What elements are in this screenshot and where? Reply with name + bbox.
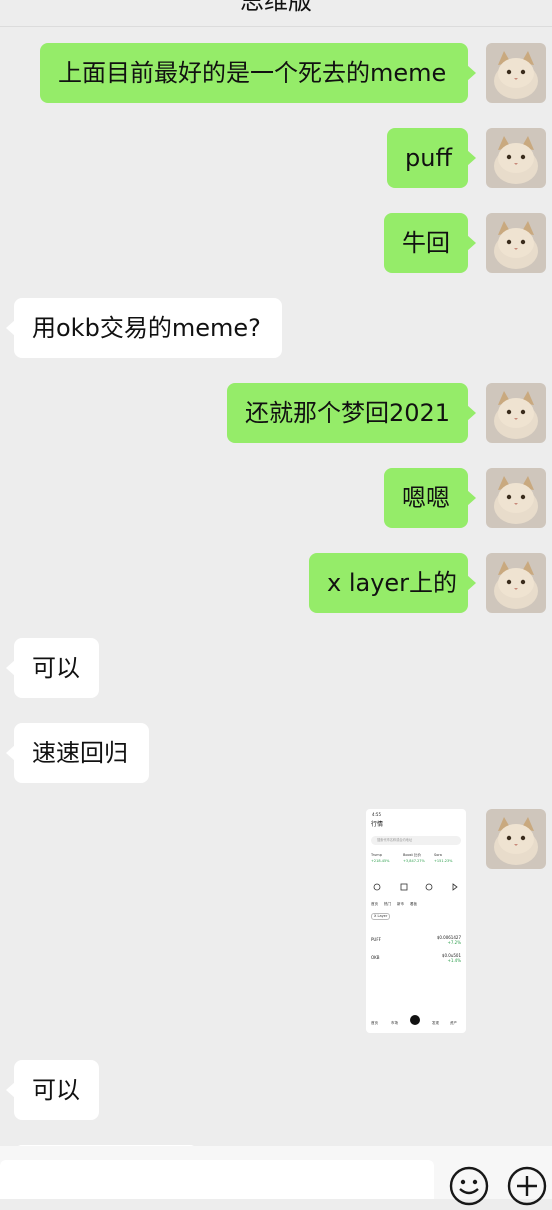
- quick-actions-icon: [373, 883, 458, 891]
- cat-avatar-icon: [486, 809, 546, 869]
- message-text: 牛回: [402, 229, 450, 257]
- column-value: +151.23%: [434, 859, 453, 863]
- user-avatar[interactable]: [486, 383, 546, 443]
- column-label: Boost 比价: [403, 853, 421, 857]
- cat-avatar-icon: [486, 43, 546, 103]
- tab-label: 看板: [410, 902, 417, 906]
- cat-avatar-icon: [486, 468, 546, 528]
- token-change: +1.4%: [447, 958, 461, 963]
- nav-label: 首页: [371, 1021, 378, 1025]
- message-text: 上面目前最好的是一个死去的meme: [58, 59, 447, 87]
- message-text: 可以: [32, 1076, 80, 1104]
- market-title: 行情: [371, 821, 384, 828]
- user-avatar[interactable]: [486, 809, 546, 869]
- message-text: 速速回归: [32, 739, 128, 767]
- status-time: 4:55: [372, 812, 381, 817]
- chat-title: 思维版: [240, 0, 312, 15]
- trade-center-icon: [410, 1015, 420, 1025]
- message-bubble-outgoing[interactable]: 牛回: [384, 213, 476, 273]
- column-value: +218.45%: [371, 859, 390, 863]
- search-bar: 搜索代币名称或合约地址: [371, 836, 461, 845]
- message-bubble-outgoing[interactable]: 还就那个梦回2021: [227, 383, 476, 443]
- cat-avatar-icon: [486, 383, 546, 443]
- user-avatar[interactable]: [486, 468, 546, 528]
- column-label: Sora: [434, 853, 442, 857]
- message-input[interactable]: [0, 1160, 434, 1199]
- chat-title-bar: 思维版: [0, 0, 552, 27]
- user-avatar[interactable]: [486, 553, 546, 613]
- nav-label: 市场: [391, 1021, 398, 1025]
- column-label: Trump: [371, 853, 382, 857]
- message-bubble-incoming[interactable]: 速速回归: [6, 723, 149, 783]
- user-avatar[interactable]: [486, 213, 546, 273]
- nav-label: 发现: [432, 1021, 439, 1025]
- message-bubble-incoming[interactable]: 可以: [6, 1060, 99, 1120]
- cat-avatar-icon: [486, 213, 546, 273]
- message-bubble-outgoing[interactable]: 嗯嗯: [384, 468, 476, 528]
- message-text: 可以: [32, 654, 80, 682]
- smile-icon: [449, 1166, 489, 1206]
- emoji-button[interactable]: [449, 1166, 489, 1206]
- tab-label: 首页: [371, 902, 378, 906]
- plus-icon: [507, 1166, 547, 1206]
- token-name: PUFF: [371, 937, 381, 942]
- tab-label: 新币: [397, 902, 404, 906]
- search-placeholder: 搜索代币名称或合约地址: [377, 838, 413, 842]
- message-text: x layer上的: [327, 569, 458, 597]
- image-message-screenshot[interactable]: 4:55 行情 搜索代币名称或合约地址 Trump Boost 比价 Sora …: [366, 809, 466, 1033]
- message-text: 还就那个梦回2021: [245, 399, 451, 427]
- more-button[interactable]: [507, 1166, 547, 1206]
- chain-filter: X Layer: [371, 913, 391, 920]
- cat-avatar-icon: [486, 553, 546, 613]
- bottom-nav: 首页 市场 发现 资产: [366, 1015, 466, 1029]
- message-bubble-outgoing[interactable]: x layer上的: [309, 553, 476, 613]
- message-text: 嗯嗯: [402, 484, 450, 512]
- message-bubble-incoming[interactable]: 可以: [6, 638, 99, 698]
- message-bubble-incoming[interactable]: 用okb交易的meme?: [6, 298, 282, 358]
- cat-avatar-icon: [486, 128, 546, 188]
- message-text: puff: [405, 144, 452, 172]
- token-change: +7.2%: [447, 940, 461, 945]
- nav-label: 资产: [450, 1021, 457, 1025]
- message-bubble-outgoing[interactable]: 上面目前最好的是一个死去的meme: [40, 43, 476, 103]
- token-name: OKB: [371, 955, 380, 960]
- user-avatar[interactable]: [486, 128, 546, 188]
- user-avatar[interactable]: [486, 43, 546, 103]
- column-value: +3,847.27%: [403, 859, 425, 863]
- message-text: 用okb交易的meme?: [32, 314, 261, 342]
- message-bubble-outgoing[interactable]: puff: [387, 128, 476, 188]
- tab-label: 热门: [384, 902, 391, 906]
